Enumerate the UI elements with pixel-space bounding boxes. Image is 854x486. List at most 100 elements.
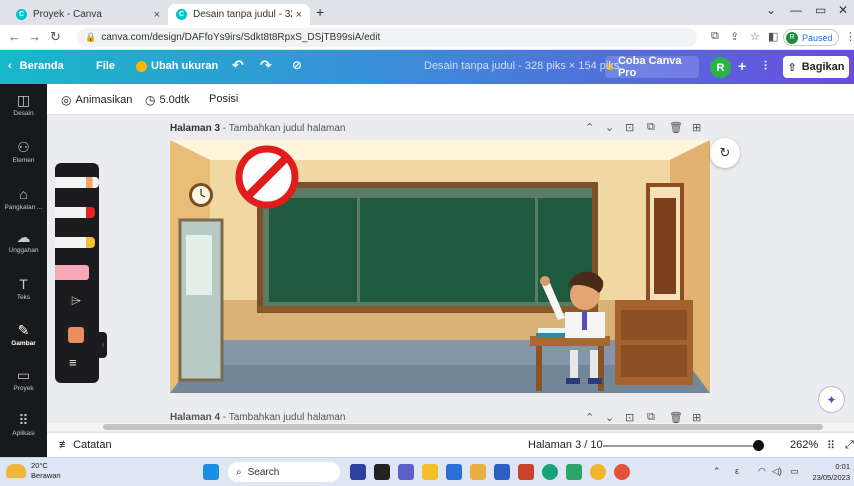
- profile-button[interactable]: R Paused: [783, 29, 839, 46]
- try-pro-button[interactable]: ♛ Coba Canva Pro: [605, 55, 699, 79]
- zoom-slider-knob[interactable]: [752, 440, 764, 451]
- bookmark-star-icon[interactable]: ☆: [750, 30, 760, 43]
- sidebar-item-text[interactable]: T Teks: [0, 276, 47, 301]
- store-icon[interactable]: [446, 464, 462, 480]
- zoom-level[interactable]: 262%: [790, 439, 818, 451]
- browser-tab-active[interactable]: C Desain tanpa judul - 328 × 154p ×: [168, 4, 310, 25]
- animate-icon: ◎: [61, 93, 72, 107]
- color-swatch[interactable]: [68, 327, 84, 343]
- wifi-icon[interactable]: ◠: [758, 466, 766, 477]
- browser-tab-strip: C Proyek - Canva × C Desain tanpa judul …: [0, 0, 854, 25]
- close-tab-icon[interactable]: ×: [154, 9, 160, 21]
- page-3-canvas[interactable]: [170, 140, 710, 393]
- redo-icon[interactable]: ↷: [260, 57, 272, 74]
- photos-icon[interactable]: [566, 464, 582, 480]
- file-menu[interactable]: File: [96, 60, 115, 72]
- horizontal-scrollbar[interactable]: [47, 423, 854, 431]
- restore-window-button[interactable]: ▭: [815, 3, 826, 17]
- taskbar-search[interactable]: ⌕ Search: [228, 462, 340, 482]
- position-button[interactable]: Posisi: [209, 93, 238, 105]
- windows-start-icon[interactable]: [203, 464, 219, 480]
- sidebar-item-projects[interactable]: ▭ Proyek: [0, 367, 47, 392]
- page-title[interactable]: Tambahkan judul halaman: [229, 412, 346, 423]
- zoom-slider-track[interactable]: [603, 445, 763, 447]
- keyboard-icon[interactable]: ε: [735, 466, 739, 476]
- move-page-down-icon[interactable]: ⌄: [605, 121, 614, 134]
- battery-icon[interactable]: ▭: [790, 466, 799, 477]
- resize-button[interactable]: Ubah ukuran: [136, 60, 218, 72]
- browser-tab[interactable]: C Proyek - Canva ×: [8, 4, 168, 25]
- lock-page-icon[interactable]: ⊡: [625, 121, 634, 134]
- sidebar-label: Elemen: [12, 157, 35, 164]
- tray-chevron-icon[interactable]: ⌃: [713, 466, 721, 477]
- add-collaborator-icon[interactable]: +: [738, 58, 746, 74]
- document-title[interactable]: Desain tanpa judul - 328 piks × 154 piks: [424, 60, 619, 72]
- sidepanel-icon[interactable]: ◧: [768, 30, 778, 43]
- canva-favicon-icon: C: [176, 9, 187, 20]
- magic-assistant-icon[interactable]: ✦: [818, 386, 845, 413]
- widgets-icon[interactable]: [374, 464, 390, 480]
- marker-pen-tool[interactable]: [55, 177, 99, 188]
- reload-button[interactable]: ↻: [50, 29, 61, 45]
- sidebar-item-design[interactable]: ◫ Desain: [0, 92, 47, 117]
- weather-widget[interactable]: 20°C Berawan: [6, 461, 61, 481]
- close-tab-icon[interactable]: ×: [296, 9, 302, 21]
- app-icon[interactable]: [470, 464, 486, 480]
- chrome-profile-icon[interactable]: [614, 464, 630, 480]
- page-indicator[interactable]: Halaman 3 / 10: [528, 439, 603, 451]
- eraser-tool[interactable]: [55, 265, 89, 280]
- move-page-up-icon[interactable]: ⌃: [585, 121, 594, 134]
- upload-share-icon: ⇧: [787, 61, 797, 74]
- regenerate-icon[interactable]: ↻: [710, 138, 740, 168]
- notes-icon: ≢: [59, 439, 70, 451]
- volume-icon[interactable]: ◁): [772, 466, 782, 477]
- user-avatar[interactable]: R: [710, 57, 731, 78]
- new-tab-button[interactable]: +: [316, 4, 324, 20]
- sidebar-item-uploads[interactable]: ☁ Unggahan: [0, 229, 47, 254]
- sidebar-item-elements[interactable]: ⚇ Elemen: [0, 139, 47, 164]
- insights-icon[interactable]: ⫶: [764, 59, 767, 74]
- undo-icon[interactable]: ↶: [232, 57, 244, 74]
- tab-search-icon[interactable]: ⌄: [766, 3, 776, 17]
- word-icon[interactable]: [494, 464, 510, 480]
- task-view-icon[interactable]: [350, 464, 366, 480]
- highlighter-tool[interactable]: [55, 237, 95, 248]
- share-button[interactable]: ⇧ Bagikan: [783, 56, 849, 78]
- select-arrow-icon[interactable]: ⌲: [71, 293, 81, 309]
- system-clock[interactable]: 0:01 23/05/2023: [808, 461, 850, 483]
- minimize-window-button[interactable]: —: [790, 3, 802, 17]
- powerpoint-icon[interactable]: [518, 464, 534, 480]
- windows-taskbar: 20°C Berawan ⌕ Search ⌃ ε ◠ ◁) ▭ 0:01 23…: [0, 457, 854, 486]
- stroke-weight-icon[interactable]: ≡: [69, 355, 77, 370]
- teams-chat-icon[interactable]: [398, 464, 414, 480]
- sidebar-item-draw[interactable]: ✎ Gambar: [0, 322, 47, 347]
- page-title[interactable]: Tambahkan judul halaman: [229, 123, 346, 134]
- notes-button[interactable]: ≢ Catatan: [59, 439, 112, 451]
- red-pen-tool[interactable]: [55, 207, 95, 218]
- home-button[interactable]: ‹ Beranda: [8, 60, 64, 72]
- delete-page-icon[interactable]: 🗑: [669, 121, 683, 134]
- file-explorer-icon[interactable]: [422, 464, 438, 480]
- fullscreen-icon[interactable]: ⤢: [845, 439, 854, 452]
- duration-button[interactable]: ◷ 5.0dtk: [145, 93, 189, 107]
- url-field[interactable]: 🔒 canva.com/design/DAFfoYs9irs/Sdkt8t8Rp…: [77, 28, 697, 47]
- animate-button[interactable]: ◎ Animasikan: [61, 93, 132, 107]
- sidebar-item-brand[interactable]: ⌂ Pangkalan ...: [0, 186, 47, 211]
- browser-menu-icon[interactable]: ⋮: [845, 30, 854, 43]
- edge-browser-icon[interactable]: [542, 464, 558, 480]
- chrome-icon[interactable]: [590, 464, 606, 480]
- add-page-icon[interactable]: ⊞: [692, 121, 701, 134]
- collapse-panel-handle[interactable]: ‹: [99, 332, 107, 358]
- share-page-icon[interactable]: ⇪: [730, 30, 739, 43]
- weather-condition: Berawan: [31, 471, 61, 480]
- scrollbar-thumb[interactable]: [103, 424, 823, 430]
- close-window-button[interactable]: ✕: [838, 3, 848, 17]
- saved-status-icon[interactable]: ⊘: [292, 58, 302, 72]
- forward-button[interactable]: →: [28, 29, 41, 44]
- back-button[interactable]: ←: [8, 29, 21, 44]
- grid-view-icon[interactable]: ⠿: [827, 439, 835, 452]
- translate-icon[interactable]: ⧉: [711, 30, 719, 43]
- folder-icon: ▭: [16, 367, 31, 383]
- sidebar-item-apps[interactable]: ⠿ Aplikasi: [0, 412, 47, 437]
- duplicate-page-icon[interactable]: ⧉: [647, 121, 655, 134]
